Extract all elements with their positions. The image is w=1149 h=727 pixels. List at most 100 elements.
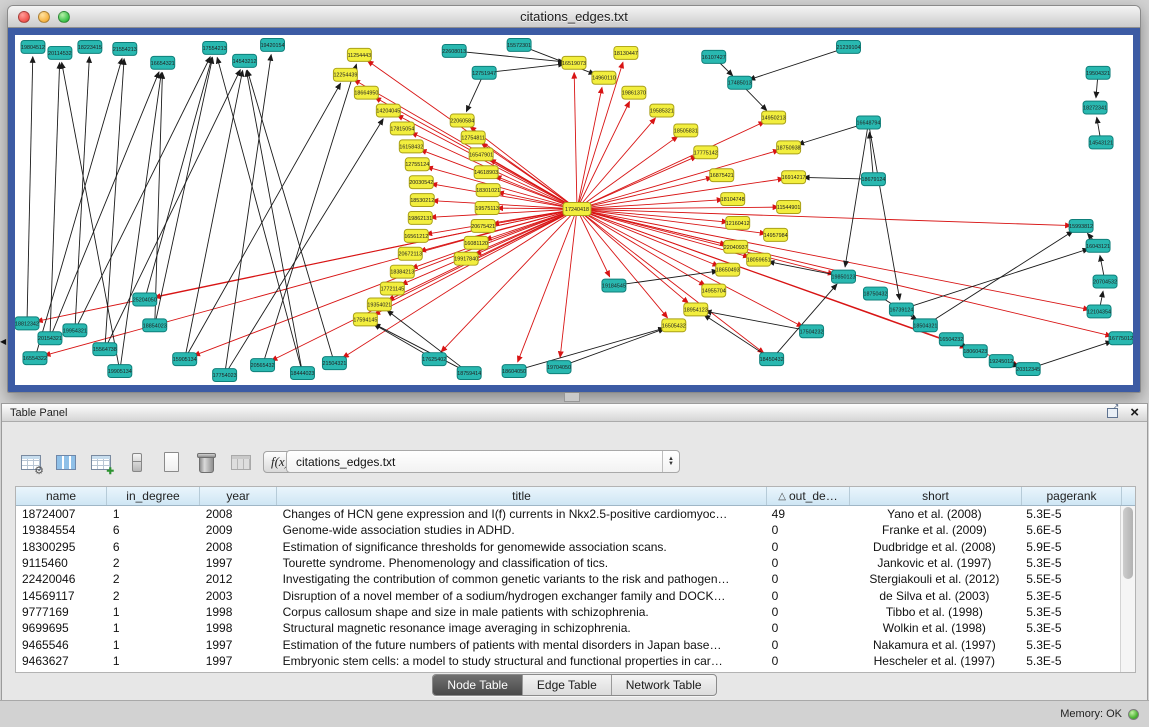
graph-node[interactable]: 18223415 (78, 40, 102, 53)
graph-edge[interactable] (185, 71, 243, 360)
graph-edge[interactable] (441, 209, 577, 352)
graph-node[interactable]: 18650493 (716, 263, 740, 276)
close-window-button[interactable] (18, 11, 30, 23)
graph-edge[interactable] (217, 58, 302, 373)
graph-node[interactable]: 18384213 (390, 265, 414, 278)
graph-node[interactable]: 18530212 (410, 194, 434, 207)
graph-node[interactable]: 18750938 (777, 141, 801, 154)
graph-node[interactable]: 18679124 (861, 173, 885, 186)
graph-node[interactable]: 20565432 (251, 359, 275, 372)
table-vertical-scrollbar[interactable] (1120, 506, 1135, 672)
graph-node[interactable]: 17240418 (563, 203, 591, 216)
graph-node[interactable]: 19575113 (475, 202, 499, 215)
graph-node[interactable]: 18854023 (143, 319, 167, 332)
graph-node[interactable]: 16043121 (1086, 239, 1110, 252)
table-selector-dropdown[interactable]: citations_edges.txt (286, 450, 680, 473)
graph-node[interactable]: 20675421 (471, 219, 495, 232)
graph-node[interactable]: 16914217 (782, 171, 806, 184)
graph-edge[interactable] (27, 57, 33, 323)
graph-node[interactable]: 20672113 (398, 247, 422, 260)
graph-node[interactable]: 21239104 (837, 40, 861, 53)
graph-node[interactable]: 19420154 (261, 38, 285, 51)
graph-node[interactable]: 16504232 (939, 333, 963, 346)
graph-node[interactable]: 16505432 (662, 319, 686, 332)
graph-node[interactable]: 19905134 (108, 365, 132, 378)
graph-node[interactable]: 16875421 (710, 169, 734, 182)
graph-node[interactable]: 20154321 (38, 332, 62, 345)
graph-edge[interactable] (868, 123, 899, 300)
graph-node[interactable]: 14957984 (764, 228, 788, 241)
table-settings-icon[interactable] (18, 449, 44, 475)
table-row[interactable]: 911546021997Tourette syndrome. Phenomeno… (16, 555, 1120, 571)
column-header-pagerank[interactable]: pagerank (1022, 487, 1122, 505)
graph-node[interactable]: 19184545 (602, 279, 626, 292)
graph-node[interactable]: 18301021 (476, 184, 500, 197)
graph-node[interactable]: 16547901 (469, 148, 493, 161)
graph-edge[interactable] (1028, 341, 1111, 369)
graph-node[interactable]: 19850123 (832, 270, 856, 283)
graph-node[interactable]: 16107427 (702, 50, 726, 63)
graph-edge[interactable] (577, 179, 784, 209)
graph-node[interactable]: 21554213 (113, 42, 137, 55)
graph-node[interactable]: 18664950 (354, 86, 378, 99)
graph-node[interactable]: 18954123 (684, 303, 708, 316)
graph-node[interactable]: 16648794 (856, 116, 880, 129)
graph-edge[interactable] (772, 284, 837, 359)
graph-node[interactable]: 18104748 (721, 193, 745, 206)
graph-node[interactable]: 15993812 (1069, 219, 1093, 232)
graph-node[interactable]: 17754023 (213, 369, 237, 382)
graph-node[interactable]: 18604050 (502, 365, 526, 378)
graph-node[interactable]: 18450432 (760, 353, 784, 366)
graph-node[interactable]: 18272341 (1083, 101, 1107, 114)
window-resize-grip[interactable] (564, 393, 580, 402)
graph-node[interactable]: 18504321 (913, 319, 937, 332)
graph-edge[interactable] (901, 249, 1088, 310)
graph-edge[interactable] (577, 102, 630, 209)
graph-node[interactable]: 16158432 (399, 140, 423, 153)
graph-node[interactable]: 25204050 (133, 293, 157, 306)
graph-node[interactable]: 17554213 (203, 41, 227, 54)
graph-edge[interactable] (155, 209, 577, 297)
graph-edge[interactable] (577, 136, 678, 209)
graph-node[interactable]: 14204045 (376, 104, 400, 117)
table-row[interactable]: 1872400712008Changes of HCN gene express… (16, 506, 1120, 522)
graph-node[interactable]: 18812342 (15, 317, 39, 330)
graph-node[interactable]: 14618903 (474, 166, 498, 179)
graph-node[interactable]: 21504321 (322, 357, 346, 370)
graph-node[interactable]: 15564738 (93, 343, 117, 356)
graph-node[interactable]: 16554322 (23, 352, 47, 365)
graph-node[interactable]: 18130447 (614, 46, 638, 59)
zoom-window-button[interactable] (58, 11, 70, 23)
float-panel-icon[interactable] (1107, 408, 1118, 418)
graph-edge[interactable] (925, 231, 1072, 325)
graph-node[interactable]: 19585321 (650, 104, 674, 117)
graph-node[interactable]: 20114532 (48, 46, 72, 59)
graph-node[interactable]: 15905134 (173, 353, 197, 366)
column-header-out_degree[interactable]: △out_de… (767, 487, 850, 505)
graph-edge[interactable] (343, 209, 577, 358)
graph-node[interactable]: 12754811 (461, 131, 485, 144)
graph-node[interactable]: 17721145 (380, 282, 404, 295)
graph-node[interactable]: 12755124 (405, 158, 429, 171)
graph-node[interactable]: 19354021 (367, 298, 391, 311)
graph-node[interactable]: 22060584 (450, 114, 474, 127)
graph-node[interactable]: 16081120 (464, 236, 488, 249)
graph-node[interactable]: 19862131 (408, 211, 432, 224)
create-column-icon[interactable] (88, 449, 114, 475)
graph-node[interactable]: 17775142 (694, 146, 718, 159)
graph-node[interactable]: 18750432 (863, 287, 887, 300)
graph-node[interactable]: 17815054 (390, 122, 414, 135)
graph-edge[interactable] (427, 167, 577, 209)
graph-node[interactable]: 12751947 (472, 66, 496, 79)
table-row[interactable]: 2242004622012Investigating the contribut… (16, 571, 1120, 587)
graph-node[interactable]: 19861370 (622, 86, 646, 99)
graph-node[interactable]: 14543121 (1089, 136, 1113, 149)
graph-edge[interactable] (185, 83, 341, 359)
graph-edge[interactable] (559, 329, 664, 367)
table-row[interactable]: 946554611997Estimation of the future num… (16, 636, 1120, 652)
graph-node[interactable]: 19245012 (989, 355, 1013, 368)
graph-node[interactable]: 18759414 (457, 367, 481, 380)
table-row[interactable]: 977716911998Corpus callosum shape and si… (16, 604, 1120, 620)
graph-node[interactable]: 19704050 (547, 361, 571, 374)
memory-status-button[interactable]: Memory: OK (1060, 708, 1139, 720)
